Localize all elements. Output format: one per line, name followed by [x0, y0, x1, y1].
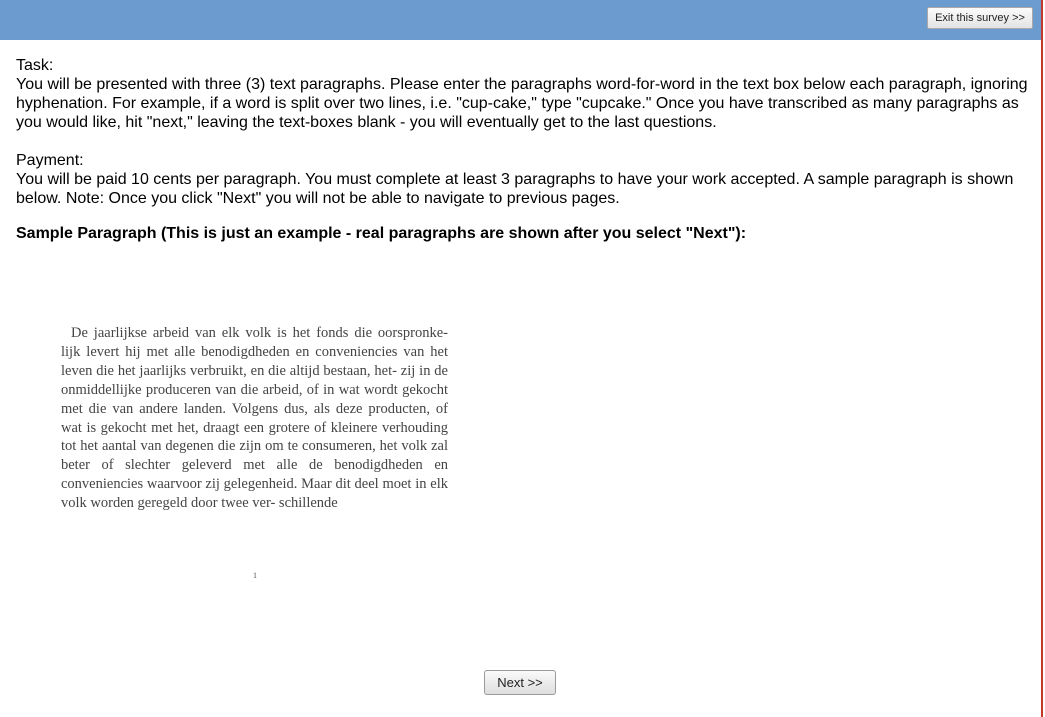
survey-header-bar: Exit this survey >> — [0, 0, 1043, 40]
next-button[interactable]: Next >> — [484, 670, 556, 695]
sample-paragraph-heading: Sample Paragraph (This is just an exampl… — [16, 225, 747, 242]
task-text: You will be presented with three (3) tex… — [16, 76, 1028, 131]
sample-paragraph-image: De jaarlijkse arbeid van elk volk is het… — [61, 325, 448, 512]
task-label: Task: — [16, 57, 54, 74]
payment-text: You will be paid 10 cents per paragraph.… — [16, 171, 1014, 207]
survey-page: Exit this survey >> Task: You will be pr… — [0, 0, 1045, 717]
instructions-block: Task: You will be presented with three (… — [16, 56, 1045, 208]
exit-survey-button[interactable]: Exit this survey >> — [927, 7, 1033, 29]
sample-page-number: 1 — [253, 571, 257, 580]
payment-label: Payment: — [16, 152, 84, 169]
